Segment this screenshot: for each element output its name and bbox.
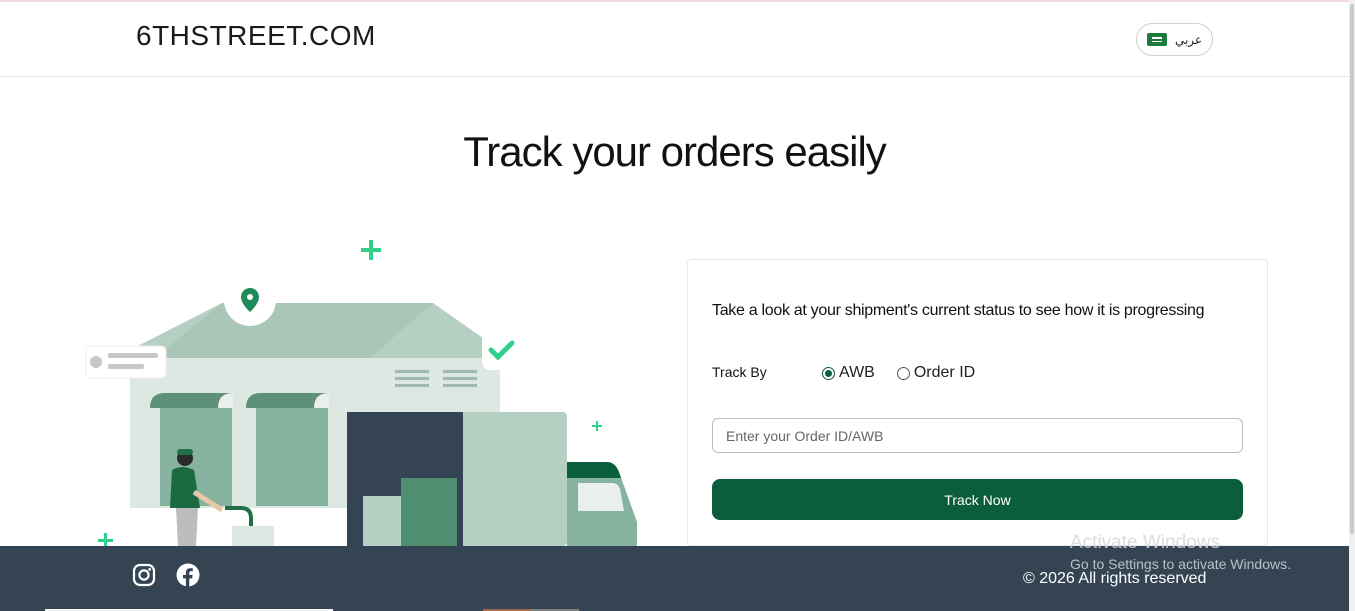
copyright-text: © 2026 All rights reserved — [1023, 570, 1207, 587]
tracking-description: Take a look at your shipment's current s… — [712, 302, 1205, 319]
order-id-input[interactable] — [712, 418, 1243, 453]
radio-order-id-indicator[interactable] — [896, 366, 910, 380]
scrollbar-thumb[interactable] — [1350, 4, 1354, 534]
warehouse-illustration — [85, 240, 637, 546]
sparkle-icon — [98, 533, 113, 546]
track-by-options: AWB Order ID — [822, 364, 975, 382]
site-footer: © 2026 All rights reserved — [0, 546, 1349, 611]
radio-order-id[interactable]: Order ID — [896, 364, 976, 382]
language-switch-button[interactable]: عربي — [1136, 23, 1213, 56]
site-logo[interactable]: 6THSTREET.COM — [136, 20, 376, 52]
radio-awb-indicator[interactable] — [822, 366, 835, 380]
site-header: 6THSTREET.COM عربي — [0, 2, 1349, 77]
track-now-button[interactable]: Track Now — [712, 479, 1243, 520]
sparkle-icon — [361, 240, 381, 260]
radio-awb[interactable]: AWB — [822, 364, 875, 382]
radio-awb-label: AWB — [839, 364, 875, 381]
instagram-icon[interactable] — [132, 563, 156, 587]
page-scrollbar[interactable] — [1349, 0, 1355, 611]
radio-order-id-label: Order ID — [913, 364, 976, 381]
track-by-label: Track By — [712, 364, 767, 380]
saudi-flag-icon — [1146, 33, 1167, 46]
page-title: Track your orders easily — [463, 128, 887, 175]
tracking-card: Take a look at your shipment's current s… — [687, 259, 1268, 546]
sparkle-icon — [592, 421, 602, 431]
language-label: عربي — [1174, 32, 1203, 47]
facebook-icon[interactable] — [176, 563, 200, 587]
